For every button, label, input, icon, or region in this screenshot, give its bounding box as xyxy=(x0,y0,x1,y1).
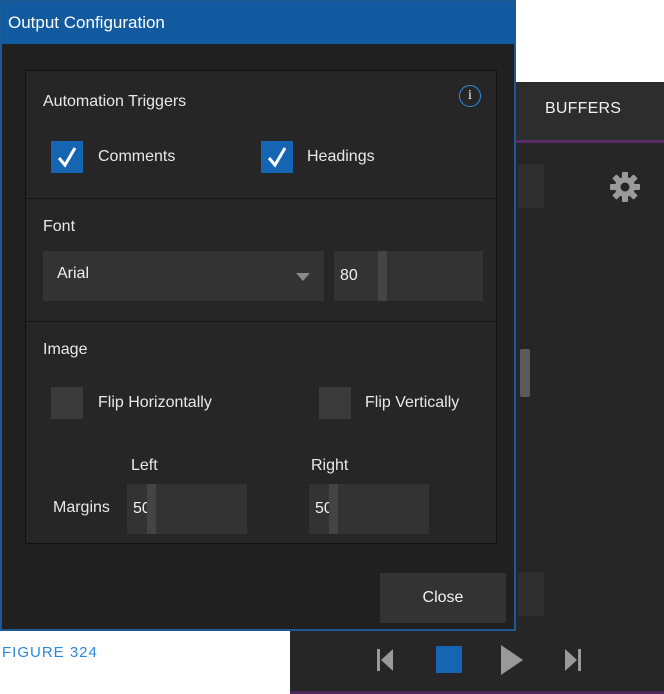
info-icon[interactable]: i xyxy=(459,85,481,107)
checkmark-icon xyxy=(267,147,287,168)
font-family-value: Arial xyxy=(57,265,90,282)
skip-forward-icon[interactable] xyxy=(563,642,583,678)
automation-triggers-heading: Automation Triggers xyxy=(43,93,187,110)
flip-horizontally-label: Flip Horizontally xyxy=(98,394,212,411)
comments-label: Comments xyxy=(98,148,176,165)
background-knob xyxy=(520,349,530,397)
flip-horizontally-checkbox[interactable] xyxy=(51,387,83,419)
dialog-titlebar[interactable]: Output Configuration xyxy=(2,2,514,44)
chevron-down-icon xyxy=(296,273,310,281)
image-heading: Image xyxy=(43,341,88,358)
close-button[interactable]: Close xyxy=(380,573,506,623)
font-size-field[interactable]: 80 xyxy=(334,251,483,301)
font-size-slider-handle[interactable] xyxy=(378,251,387,301)
font-section: Font Arial 80 xyxy=(26,198,496,322)
margin-right-slider-handle[interactable] xyxy=(329,484,338,534)
flip-vertically-label: Flip Vertically xyxy=(365,394,460,411)
flip-vertically-checkbox[interactable] xyxy=(319,387,351,419)
font-size-value: 80 xyxy=(340,267,358,284)
margin-left-field[interactable]: 50 xyxy=(127,484,247,534)
font-family-dropdown[interactable]: Arial xyxy=(43,251,324,301)
skip-back-icon[interactable] xyxy=(375,642,395,678)
play-icon[interactable] xyxy=(499,642,525,678)
background-field xyxy=(518,572,544,616)
settings-panel: Automation Triggers i Comments Headings xyxy=(25,70,497,544)
dialog-title: Output Configuration xyxy=(8,13,165,32)
margin-left-label: Left xyxy=(131,457,158,474)
margin-right-field[interactable]: 50 xyxy=(309,484,429,534)
headings-label: Headings xyxy=(307,148,375,165)
margin-right-label: Right xyxy=(311,457,349,474)
comments-checkbox[interactable] xyxy=(51,141,83,173)
margins-label: Margins xyxy=(53,499,110,516)
automation-triggers-section: Automation Triggers i Comments Headings xyxy=(26,71,496,199)
background-field xyxy=(518,164,544,208)
image-section: Image Flip Horizontally Flip Vertically … xyxy=(26,321,496,543)
transport-controls xyxy=(375,642,595,678)
output-configuration-dialog: Output Configuration Automation Triggers… xyxy=(0,0,516,631)
gear-icon[interactable] xyxy=(608,170,642,204)
margin-left-slider-handle[interactable] xyxy=(147,484,156,534)
font-heading: Font xyxy=(43,218,76,235)
dialog-body: Automation Triggers i Comments Headings xyxy=(2,44,514,629)
stop-icon[interactable] xyxy=(433,642,465,678)
figure-caption: FIGURE 324 xyxy=(2,644,98,661)
checkmark-icon xyxy=(57,147,77,168)
tab-buffers[interactable]: BUFFERS xyxy=(545,100,621,118)
headings-checkbox[interactable] xyxy=(261,141,293,173)
